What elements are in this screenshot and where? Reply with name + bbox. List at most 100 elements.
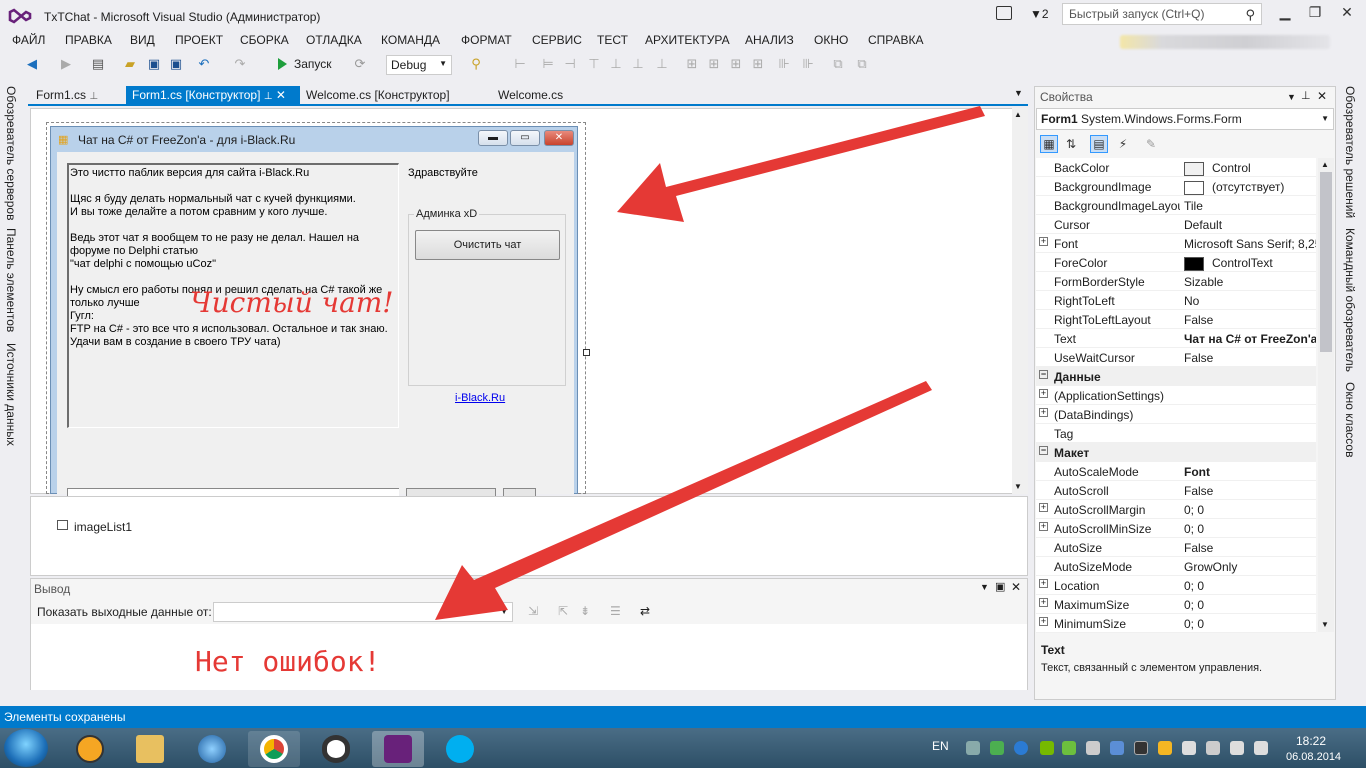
menu-tools[interactable]: СЕРВИС xyxy=(532,33,582,47)
property-row[interactable]: AutoScroll False xyxy=(1036,481,1316,500)
bring-to-front-icon[interactable]: ⧉ xyxy=(830,56,846,72)
vertical-spacing-icon[interactable]: ⊪ xyxy=(776,56,792,72)
clear-all-icon[interactable]: ☰ xyxy=(610,604,621,618)
maximize-button[interactable]: ❐ xyxy=(1300,4,1330,24)
menu-format[interactable]: ФОРМАТ xyxy=(461,33,512,47)
message-input[interactable] xyxy=(67,488,399,496)
property-row[interactable]: Cursor Default xyxy=(1036,215,1316,234)
property-row[interactable]: + AutoScrollMinSize 0; 0 xyxy=(1036,519,1316,538)
pin-icon[interactable]: ⊥ xyxy=(89,91,98,102)
nvidia-tray-icon[interactable] xyxy=(1040,741,1054,755)
property-value[interactable]: Microsoft Sans Serif; 8,25 xyxy=(1184,237,1316,251)
open-file-icon[interactable]: ▰ xyxy=(122,56,138,72)
app-tray-icon[interactable] xyxy=(1062,741,1076,755)
redo-icon[interactable]: ↷ xyxy=(232,56,248,72)
close-tab-icon[interactable]: ✕ xyxy=(276,88,286,102)
panel-menu-icon[interactable]: ▼ xyxy=(1287,92,1296,102)
align-right-icon[interactable]: ⊣ xyxy=(562,56,578,72)
align-middle-icon[interactable]: ⊥ xyxy=(608,56,624,72)
events-icon[interactable]: ⚡ xyxy=(1114,135,1132,153)
clear-chat-button[interactable]: Очистить чат xyxy=(415,230,560,260)
tab-form1-code[interactable]: Form1.cs ⊥ xyxy=(30,86,104,106)
download-tray-icon[interactable] xyxy=(990,741,1004,755)
categorized-icon[interactable]: ▦ xyxy=(1040,135,1058,153)
property-row[interactable]: + (DataBindings) xyxy=(1036,405,1316,424)
pin-icon[interactable]: ⊥ xyxy=(264,91,273,102)
expand-icon[interactable]: + xyxy=(1039,598,1048,607)
property-value[interactable]: 0; 0 xyxy=(1184,598,1316,612)
site-link[interactable]: i-Black.Ru xyxy=(455,392,505,404)
expand-icon[interactable]: + xyxy=(1039,617,1048,626)
output-source-select[interactable]: ▼ xyxy=(213,602,513,622)
start-debug-icon[interactable] xyxy=(278,58,287,70)
property-row[interactable]: AutoSizeMode GrowOnly xyxy=(1036,557,1316,576)
property-value[interactable]: (отсутствует) xyxy=(1184,180,1316,195)
start-button[interactable] xyxy=(4,729,48,767)
find-in-files-icon[interactable]: ⚲ xyxy=(468,56,484,72)
property-row[interactable]: AutoSize False xyxy=(1036,538,1316,557)
properties-icon[interactable]: ▤ xyxy=(1090,135,1108,153)
sidebar-tab-solution-explorer[interactable]: Обозреватель решений xyxy=(1343,86,1357,218)
sync-tray-icon[interactable] xyxy=(1014,741,1028,755)
close-button[interactable]: ✕ xyxy=(1332,4,1362,24)
align-center-icon[interactable]: ⊨ xyxy=(540,56,556,72)
network-tray-icon[interactable] xyxy=(966,741,980,755)
extra-button[interactable] xyxy=(503,488,536,496)
sidebar-tab-class-view[interactable]: Окно классов xyxy=(1343,382,1357,457)
sidebar-tab-team-explorer[interactable]: Командный обозреватель xyxy=(1343,228,1357,372)
property-value[interactable]: Control xyxy=(1184,161,1316,176)
property-value[interactable]: Font xyxy=(1184,465,1316,479)
menu-edit[interactable]: ПРАВКА xyxy=(65,33,112,47)
refresh-icon[interactable]: ⟳ xyxy=(352,56,368,72)
align-top-icon[interactable]: ⊤ xyxy=(586,56,602,72)
save-icon[interactable]: ▣ xyxy=(146,56,162,72)
property-category[interactable]: − Макет xyxy=(1036,443,1316,462)
center-horizontally-icon[interactable]: ⊪ xyxy=(800,56,816,72)
panel-close-icon[interactable]: ✕ xyxy=(1011,580,1021,594)
solution-configuration-select[interactable]: Debug ▼ xyxy=(386,55,452,75)
new-project-icon[interactable]: ▤ xyxy=(90,56,106,72)
tab-welcome-code[interactable]: Welcome.cs xyxy=(492,86,569,106)
property-row[interactable]: + MinimumSize 0; 0 xyxy=(1036,614,1316,633)
word-wrap-icon[interactable]: ⇄ xyxy=(640,604,650,618)
property-row[interactable]: + MaximumSize 0; 0 xyxy=(1036,595,1316,614)
property-value[interactable]: Tile xyxy=(1184,199,1316,213)
property-row[interactable]: RightToLeftLayout False xyxy=(1036,310,1316,329)
alphabetical-icon[interactable]: ⇅ xyxy=(1062,135,1080,153)
tab-overflow-icon[interactable]: ▼ xyxy=(1014,88,1023,98)
quick-launch-input[interactable]: Быстрый запуск (Ctrl+Q) ⚲ xyxy=(1062,3,1262,25)
expand-icon[interactable]: + xyxy=(1039,503,1048,512)
sidebar-tab-server-explorer[interactable]: Обозреватель серверов xyxy=(4,86,18,220)
panel-pin-icon[interactable]: ⊥ xyxy=(1301,89,1311,102)
property-pages-icon[interactable]: ✎ xyxy=(1142,135,1160,153)
property-value[interactable]: GrowOnly xyxy=(1184,560,1316,574)
property-row[interactable]: + Location 0; 0 xyxy=(1036,576,1316,595)
expand-icon[interactable]: + xyxy=(1039,579,1048,588)
horizontal-spacing-icon[interactable]: ⊞ xyxy=(750,56,766,72)
menu-analyze[interactable]: АНАЛИЗ xyxy=(745,33,794,47)
taskbar-app-opera[interactable] xyxy=(310,731,362,767)
sidebar-tab-toolbox[interactable]: Панель элементов xyxy=(4,228,18,332)
action-center-icon[interactable] xyxy=(1230,741,1244,755)
save-all-icon[interactable]: ▣ xyxy=(168,56,184,72)
property-row[interactable]: Text Чат на C# от FreeZon'a xyxy=(1036,329,1316,348)
property-row[interactable]: RightToLeft No xyxy=(1036,291,1316,310)
taskbar-app-aimp[interactable] xyxy=(64,731,116,767)
goto-prev-icon[interactable]: ⇱ xyxy=(558,604,568,618)
scroll-thumb[interactable] xyxy=(1320,172,1332,352)
menu-architecture[interactable]: АРХИТЕКТУРА xyxy=(645,33,730,47)
property-row[interactable]: UseWaitCursor False xyxy=(1036,348,1316,367)
property-row[interactable]: + AutoScrollMargin 0; 0 xyxy=(1036,500,1316,519)
taskbar-app-visual-studio[interactable] xyxy=(372,731,424,767)
property-value[interactable]: Sizable xyxy=(1184,275,1316,289)
properties-object-select[interactable]: Form1 System.Windows.Forms.Form ▼ xyxy=(1036,108,1334,130)
expand-icon[interactable]: + xyxy=(1039,389,1048,398)
scroll-down-icon[interactable]: ▼ xyxy=(1321,620,1329,629)
scroll-up-icon[interactable]: ▲ xyxy=(1321,160,1329,169)
tray-icon[interactable] xyxy=(1206,741,1220,755)
tab-form1-designer[interactable]: Form1.cs [Конструктор] ⊥ ✕ xyxy=(126,86,300,106)
weather-tray-icon[interactable] xyxy=(1158,741,1172,755)
panel-close-icon[interactable]: ✕ xyxy=(1317,89,1327,103)
minimize-button[interactable]: ▁ xyxy=(1270,4,1300,24)
property-row[interactable]: FormBorderStyle Sizable xyxy=(1036,272,1316,291)
